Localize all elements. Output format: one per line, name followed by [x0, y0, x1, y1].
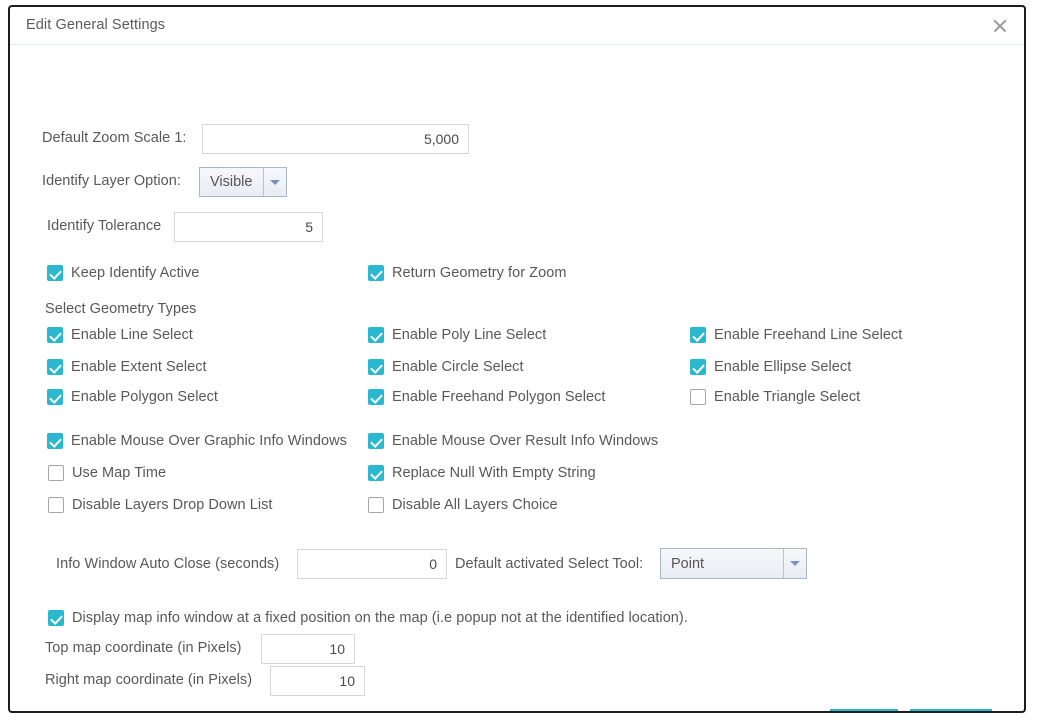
- checkbox-label: Enable Polygon Select: [71, 389, 218, 405]
- info-window-auto-close-input[interactable]: [297, 549, 447, 579]
- checkbox-box[interactable]: [690, 327, 706, 343]
- chevron-down-icon[interactable]: [783, 549, 806, 578]
- checkbox-box[interactable]: [48, 497, 64, 513]
- dialog-content: Default Zoom Scale 1: Identify Layer Opt…: [10, 45, 1024, 713]
- checkbox-box[interactable]: [47, 433, 63, 449]
- right-map-coordinate-input[interactable]: [270, 666, 365, 696]
- checkbox-box[interactable]: [47, 265, 63, 281]
- checkbox-box[interactable]: [368, 389, 384, 405]
- top-map-coordinate-input[interactable]: [261, 634, 355, 664]
- checkbox-box[interactable]: [368, 265, 384, 281]
- checkbox-label: Enable Freehand Polygon Select: [392, 389, 606, 405]
- checkbox-label: Keep Identify Active: [71, 265, 199, 281]
- checkbox-enable-ellipse-select[interactable]: Enable Ellipse Select: [690, 359, 851, 375]
- select-geometry-types-heading: Select Geometry Types: [45, 301, 197, 317]
- right-map-coordinate-label: Right map coordinate (in Pixels): [45, 672, 252, 688]
- default-select-tool-value: Point: [661, 549, 783, 578]
- checkbox-label: Display map info window at a fixed posit…: [72, 610, 688, 626]
- checkbox-enable-circle-select[interactable]: Enable Circle Select: [368, 359, 524, 375]
- checkbox-enable-poly-line-select[interactable]: Enable Poly Line Select: [368, 327, 546, 343]
- checkbox-enable-mouse-over-graphic-info-windows[interactable]: Enable Mouse Over Graphic Info Windows: [47, 433, 347, 449]
- checkbox-box[interactable]: [368, 465, 384, 481]
- checkbox-display-map-info-fixed-position[interactable]: Display map info window at a fixed posit…: [48, 610, 688, 626]
- checkbox-box[interactable]: [48, 610, 64, 626]
- checkbox-enable-freehand-line-select[interactable]: Enable Freehand Line Select: [690, 327, 902, 343]
- identify-layer-option-label: Identify Layer Option:: [42, 173, 181, 189]
- identify-layer-option-select[interactable]: Visible: [199, 167, 287, 197]
- default-select-tool-label: Default activated Select Tool:: [455, 556, 643, 572]
- default-zoom-scale-label: Default Zoom Scale 1:: [42, 130, 187, 146]
- checkbox-return-geometry-for-zoom[interactable]: Return Geometry for Zoom: [368, 265, 566, 281]
- checkbox-box[interactable]: [368, 359, 384, 375]
- default-zoom-scale-input[interactable]: [202, 124, 469, 154]
- checkbox-label: Enable Freehand Line Select: [714, 327, 902, 343]
- top-map-coordinate-label: Top map coordinate (in Pixels): [45, 640, 242, 656]
- chevron-down-icon[interactable]: [263, 168, 286, 196]
- checkbox-enable-extent-select[interactable]: Enable Extent Select: [47, 359, 207, 375]
- checkbox-label: Enable Extent Select: [71, 359, 207, 375]
- checkbox-enable-mouse-over-result-info-windows[interactable]: Enable Mouse Over Result Info Windows: [368, 433, 658, 449]
- checkbox-label: Replace Null With Empty String: [392, 465, 596, 481]
- checkbox-label: Disable Layers Drop Down List: [72, 497, 273, 513]
- checkbox-enable-polygon-select[interactable]: Enable Polygon Select: [47, 389, 218, 405]
- checkbox-label: Enable Circle Select: [392, 359, 524, 375]
- checkbox-replace-null-with-empty-string[interactable]: Replace Null With Empty String: [368, 465, 596, 481]
- checkbox-label: Disable All Layers Choice: [392, 497, 558, 513]
- checkbox-box[interactable]: [48, 465, 64, 481]
- checkbox-box[interactable]: [47, 389, 63, 405]
- checkbox-box[interactable]: [690, 389, 706, 405]
- checkbox-box[interactable]: [368, 497, 384, 513]
- ok-button[interactable]: OK: [830, 709, 898, 713]
- checkbox-use-map-time[interactable]: Use Map Time: [48, 465, 166, 481]
- checkbox-keep-identify-active[interactable]: Keep Identify Active: [47, 265, 199, 281]
- checkbox-enable-freehand-polygon-select[interactable]: Enable Freehand Polygon Select: [368, 389, 606, 405]
- checkbox-disable-all-layers-choice[interactable]: Disable All Layers Choice: [368, 497, 558, 513]
- default-select-tool-select[interactable]: Point: [660, 548, 807, 579]
- checkbox-label: Use Map Time: [72, 465, 166, 481]
- edit-general-settings-dialog: Edit General Settings Default Zoom Scale…: [8, 5, 1026, 713]
- checkbox-disable-layers-drop-down-list[interactable]: Disable Layers Drop Down List: [48, 497, 273, 513]
- checkbox-box[interactable]: [368, 327, 384, 343]
- checkbox-label: Enable Ellipse Select: [714, 359, 851, 375]
- info-window-auto-close-label: Info Window Auto Close (seconds): [56, 556, 279, 572]
- dialog-title: Edit General Settings: [26, 17, 165, 33]
- checkbox-label: Return Geometry for Zoom: [392, 265, 566, 281]
- cancel-button[interactable]: Cancel: [910, 709, 992, 713]
- checkbox-box[interactable]: [47, 327, 63, 343]
- checkbox-label: Enable Mouse Over Result Info Windows: [392, 433, 658, 449]
- close-icon[interactable]: [990, 16, 1010, 36]
- checkbox-label: Enable Line Select: [71, 327, 193, 343]
- identify-layer-option-value: Visible: [200, 168, 263, 196]
- checkbox-enable-line-select[interactable]: Enable Line Select: [47, 327, 193, 343]
- checkbox-label: Enable Poly Line Select: [392, 327, 546, 343]
- checkbox-box[interactable]: [47, 359, 63, 375]
- dialog-titlebar: Edit General Settings: [10, 7, 1024, 45]
- identify-tolerance-input[interactable]: [174, 212, 323, 242]
- checkbox-label: Enable Mouse Over Graphic Info Windows: [71, 433, 347, 449]
- checkbox-label: Enable Triangle Select: [714, 389, 860, 405]
- checkbox-box[interactable]: [368, 433, 384, 449]
- checkbox-enable-triangle-select[interactable]: Enable Triangle Select: [690, 389, 860, 405]
- checkbox-box[interactable]: [690, 359, 706, 375]
- identify-tolerance-label: Identify Tolerance: [47, 218, 161, 234]
